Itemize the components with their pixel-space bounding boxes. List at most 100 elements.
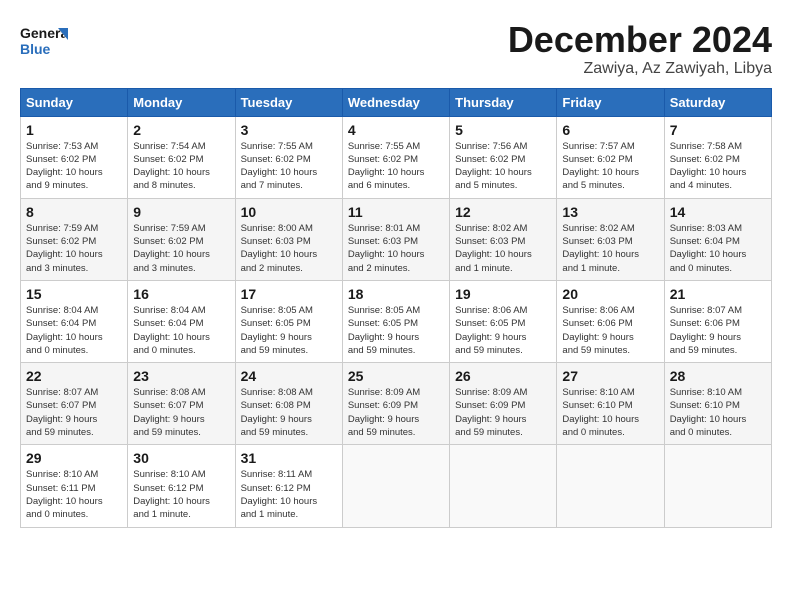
day-cell: 23 Sunrise: 8:08 AM Sunset: 6:07 PM Dayli… [128,363,235,445]
day-cell [557,445,664,527]
day-cell: 6Sunrise: 7:57 AM Sunset: 6:02 PM Daylig… [557,116,664,198]
day-info: Sunrise: 8:02 AM Sunset: 6:03 PM Dayligh… [455,222,551,275]
day-cell: 9 Sunrise: 7:59 AM Sunset: 6:02 PM Daylig… [128,198,235,280]
day-number: 4 [348,122,444,138]
day-info: Sunrise: 7:56 AM Sunset: 6:02 PM Dayligh… [455,140,551,193]
day-number: 25 [348,368,444,384]
day-cell: 12Sunrise: 8:02 AM Sunset: 6:03 PM Dayli… [450,198,557,280]
day-info: Sunrise: 8:09 AM Sunset: 6:09 PM Dayligh… [455,386,551,439]
day-cell: 17 Sunrise: 8:05 AM Sunset: 6:05 PM Dayli… [235,280,342,362]
column-header-friday: Friday [557,88,664,116]
day-info: Sunrise: 8:10 AM Sunset: 6:10 PM Dayligh… [670,386,766,439]
day-cell: 18 Sunrise: 8:05 AM Sunset: 6:05 PM Dayli… [342,280,449,362]
header-row: SundayMondayTuesdayWednesdayThursdayFrid… [21,88,772,116]
day-number: 19 [455,286,551,302]
day-info: Sunrise: 8:07 AM Sunset: 6:06 PM Dayligh… [670,304,766,357]
calendar-table: SundayMondayTuesdayWednesdayThursdayFrid… [20,88,772,528]
day-info: Sunrise: 7:54 AM Sunset: 6:02 PM Dayligh… [133,140,229,193]
day-info: Sunrise: 8:08 AM Sunset: 6:08 PM Dayligh… [241,386,337,439]
day-cell: 11 Sunrise: 8:01 AM Sunset: 6:03 PM Dayli… [342,198,449,280]
day-number: 30 [133,450,229,466]
day-info: Sunrise: 8:00 AM Sunset: 6:03 PM Dayligh… [241,222,337,275]
day-cell: 2 Sunrise: 7:54 AM Sunset: 6:02 PM Daylig… [128,116,235,198]
day-number: 9 [133,204,229,220]
day-info: Sunrise: 8:05 AM Sunset: 6:05 PM Dayligh… [241,304,337,357]
day-number: 10 [241,204,337,220]
week-row-1: 1Sunrise: 7:53 AM Sunset: 6:02 PM Daylig… [21,116,772,198]
day-cell: 4 Sunrise: 7:55 AM Sunset: 6:02 PM Daylig… [342,116,449,198]
day-cell: 24Sunrise: 8:08 AM Sunset: 6:08 PM Dayli… [235,363,342,445]
day-number: 22 [26,368,122,384]
day-number: 29 [26,450,122,466]
day-cell: 3 Sunrise: 7:55 AM Sunset: 6:02 PM Daylig… [235,116,342,198]
day-cell: 22 Sunrise: 8:07 AM Sunset: 6:07 PM Dayli… [21,363,128,445]
week-row-2: 8 Sunrise: 7:59 AM Sunset: 6:02 PM Daylig… [21,198,772,280]
day-cell [664,445,771,527]
day-cell: 5 Sunrise: 7:56 AM Sunset: 6:02 PM Daylig… [450,116,557,198]
day-number: 23 [133,368,229,384]
svg-text:General: General [20,25,68,41]
day-cell: 28 Sunrise: 8:10 AM Sunset: 6:10 PM Dayli… [664,363,771,445]
day-cell: 27Sunrise: 8:10 AM Sunset: 6:10 PM Dayli… [557,363,664,445]
location: Zawiya, Az Zawiyah, Libya [508,60,772,78]
day-number: 31 [241,450,337,466]
day-number: 8 [26,204,122,220]
day-info: Sunrise: 7:58 AM Sunset: 6:02 PM Dayligh… [670,140,766,193]
day-cell: 25Sunrise: 8:09 AM Sunset: 6:09 PM Dayli… [342,363,449,445]
day-number: 13 [562,204,658,220]
day-number: 5 [455,122,551,138]
title-block: December 2024 Zawiya, Az Zawiyah, Libya [508,20,772,78]
day-number: 28 [670,368,766,384]
day-info: Sunrise: 7:59 AM Sunset: 6:02 PM Dayligh… [133,222,229,275]
day-info: Sunrise: 8:02 AM Sunset: 6:03 PM Dayligh… [562,222,658,275]
day-info: Sunrise: 7:59 AM Sunset: 6:02 PM Dayligh… [26,222,122,275]
week-row-4: 22 Sunrise: 8:07 AM Sunset: 6:07 PM Dayli… [21,363,772,445]
day-cell: 15Sunrise: 8:04 AM Sunset: 6:04 PM Dayli… [21,280,128,362]
day-number: 2 [133,122,229,138]
day-number: 26 [455,368,551,384]
day-cell [450,445,557,527]
week-row-5: 29Sunrise: 8:10 AM Sunset: 6:11 PM Dayli… [21,445,772,527]
column-header-saturday: Saturday [664,88,771,116]
column-header-thursday: Thursday [450,88,557,116]
day-info: Sunrise: 8:08 AM Sunset: 6:07 PM Dayligh… [133,386,229,439]
column-header-sunday: Sunday [21,88,128,116]
day-number: 17 [241,286,337,302]
column-header-wednesday: Wednesday [342,88,449,116]
day-cell: 14Sunrise: 8:03 AM Sunset: 6:04 PM Dayli… [664,198,771,280]
day-info: Sunrise: 8:07 AM Sunset: 6:07 PM Dayligh… [26,386,122,439]
day-number: 11 [348,204,444,220]
day-info: Sunrise: 8:06 AM Sunset: 6:05 PM Dayligh… [455,304,551,357]
logo: General Blue [20,20,72,60]
day-info: Sunrise: 7:55 AM Sunset: 6:02 PM Dayligh… [241,140,337,193]
day-cell: 19 Sunrise: 8:06 AM Sunset: 6:05 PM Dayli… [450,280,557,362]
day-number: 18 [348,286,444,302]
day-number: 27 [562,368,658,384]
day-number: 6 [562,122,658,138]
day-info: Sunrise: 8:06 AM Sunset: 6:06 PM Dayligh… [562,304,658,357]
day-cell: 20 Sunrise: 8:06 AM Sunset: 6:06 PM Dayli… [557,280,664,362]
day-info: Sunrise: 8:04 AM Sunset: 6:04 PM Dayligh… [26,304,122,357]
day-cell: 31Sunrise: 8:11 AM Sunset: 6:12 PM Dayli… [235,445,342,527]
day-cell [342,445,449,527]
page-header: General Blue December 2024 Zawiya, Az Za… [20,20,772,78]
svg-text:Blue: Blue [20,41,51,57]
day-cell: 29Sunrise: 8:10 AM Sunset: 6:11 PM Dayli… [21,445,128,527]
day-number: 3 [241,122,337,138]
day-number: 20 [562,286,658,302]
day-cell: 21 Sunrise: 8:07 AM Sunset: 6:06 PM Dayli… [664,280,771,362]
day-number: 21 [670,286,766,302]
day-info: Sunrise: 8:05 AM Sunset: 6:05 PM Dayligh… [348,304,444,357]
day-cell: 30Sunrise: 8:10 AM Sunset: 6:12 PM Dayli… [128,445,235,527]
day-number: 14 [670,204,766,220]
day-number: 16 [133,286,229,302]
week-row-3: 15Sunrise: 8:04 AM Sunset: 6:04 PM Dayli… [21,280,772,362]
day-number: 7 [670,122,766,138]
day-info: Sunrise: 8:01 AM Sunset: 6:03 PM Dayligh… [348,222,444,275]
logo-icon: General Blue [20,20,68,60]
day-cell: 7 Sunrise: 7:58 AM Sunset: 6:02 PM Daylig… [664,116,771,198]
day-cell: 26 Sunrise: 8:09 AM Sunset: 6:09 PM Dayli… [450,363,557,445]
day-number: 1 [26,122,122,138]
day-cell: 1Sunrise: 7:53 AM Sunset: 6:02 PM Daylig… [21,116,128,198]
day-info: Sunrise: 7:55 AM Sunset: 6:02 PM Dayligh… [348,140,444,193]
